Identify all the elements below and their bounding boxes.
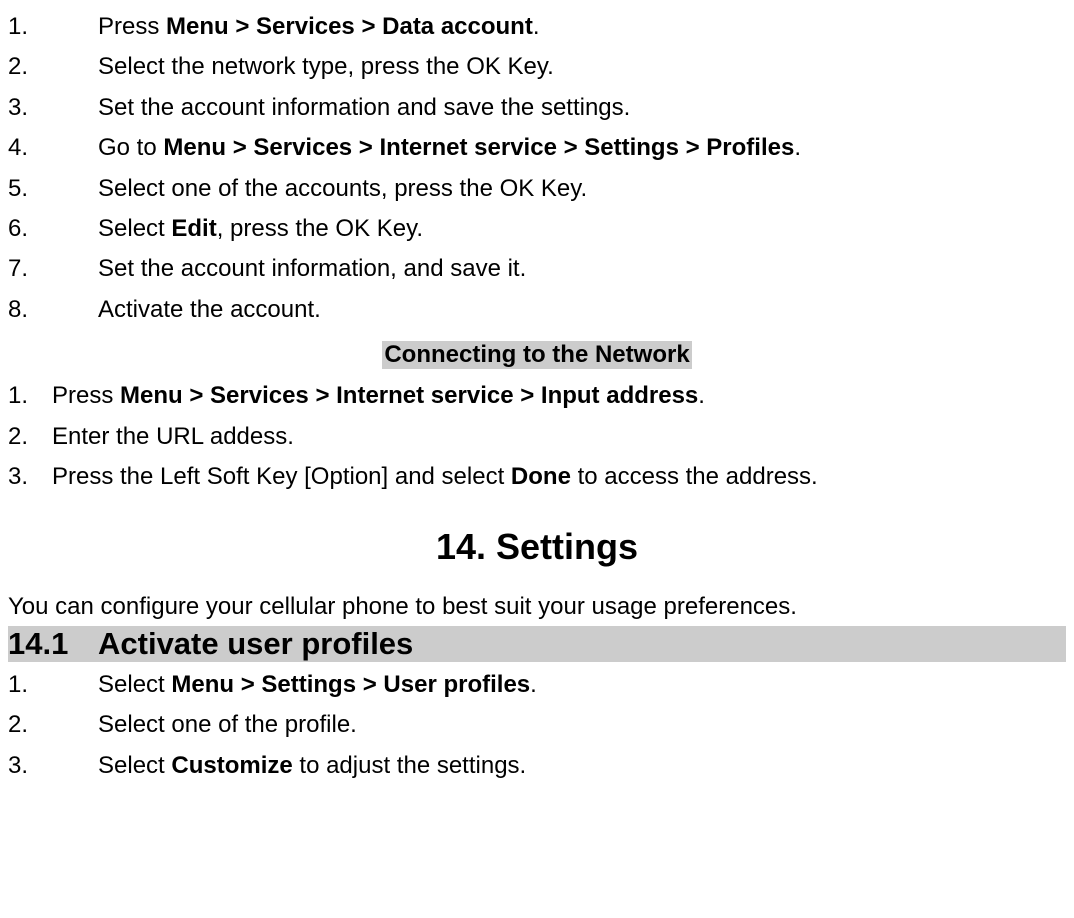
- text-run: .: [794, 134, 801, 161]
- text-run: to adjust the settings.: [293, 752, 526, 779]
- list-text: Select the network type, press the OK Ke…: [98, 48, 1066, 86]
- text-run: Press: [98, 13, 166, 40]
- text-run: Select: [98, 215, 171, 242]
- list-text: Go to Menu > Services > Internet service…: [98, 129, 1066, 167]
- text-bold: Menu > Settings > User profiles: [171, 671, 530, 698]
- list-number: 2.: [8, 706, 98, 744]
- list-item: 4. Go to Menu > Services > Internet serv…: [8, 129, 1066, 167]
- list-number: 3.: [8, 458, 52, 496]
- list-item: 1. Press Menu > Services > Data account.: [8, 8, 1066, 46]
- list-item: 3. Set the account information and save …: [8, 89, 1066, 127]
- list-number: 7.: [8, 250, 98, 288]
- list-number: 1.: [8, 666, 98, 704]
- list-text: Select one of the profile.: [98, 706, 1066, 744]
- list-text: Press Menu > Services > Internet service…: [52, 377, 1066, 415]
- list-item: 2. Enter the URL addess.: [8, 418, 1066, 456]
- list-item: 7. Set the account information, and save…: [8, 250, 1066, 288]
- list-item: 2. Select the network type, press the OK…: [8, 48, 1066, 86]
- list-item: 1. Select Menu > Settings > User profile…: [8, 666, 1066, 704]
- list-number: 2.: [8, 418, 52, 456]
- list-text: Select Edit, press the OK Key.: [98, 210, 1066, 248]
- list-text: Select one of the accounts, press the OK…: [98, 170, 1066, 208]
- text-run: , press the OK Key.: [217, 215, 423, 242]
- text-run: Set the account information and save the…: [98, 94, 630, 121]
- list-text: Enter the URL addess.: [52, 418, 1066, 456]
- subheading-connecting: Connecting to the Network: [382, 341, 691, 369]
- list-item: 5. Select one of the accounts, press the…: [8, 170, 1066, 208]
- text-run: Enter the URL addess.: [52, 423, 294, 450]
- text-run: Press the Left Soft Key [Option] and sel…: [52, 463, 511, 490]
- text-run: .: [530, 671, 537, 698]
- list-number: 6.: [8, 210, 98, 248]
- heading-settings: 14. Settings: [8, 526, 1066, 568]
- text-bold: Done: [511, 463, 571, 490]
- list-text: Select Menu > Settings > User profiles.: [98, 666, 1066, 704]
- text-run: .: [698, 382, 705, 409]
- text-run: to access the address.: [571, 463, 818, 490]
- list-item: 3. Press the Left Soft Key [Option] and …: [8, 458, 1066, 496]
- list-item: 6. Select Edit, press the OK Key.: [8, 210, 1066, 248]
- list-text: Select Customize to adjust the settings.: [98, 747, 1066, 785]
- list-text: Set the account information and save the…: [98, 89, 1066, 127]
- text-bold: Edit: [171, 215, 216, 242]
- intro-paragraph: You can configure your cellular phone to…: [8, 590, 1066, 624]
- text-run: Go to: [98, 134, 163, 161]
- list-number: 1.: [8, 8, 98, 46]
- ordered-list-profiles: 1. Select Menu > Settings > User profile…: [8, 666, 1066, 785]
- list-item: 2. Select one of the profile.: [8, 706, 1066, 744]
- text-bold: Menu > Services > Internet service > Set…: [163, 134, 794, 161]
- list-number: 8.: [8, 291, 98, 329]
- text-bold: Customize: [171, 752, 292, 779]
- text-run: Select the network type, press the OK Ke…: [98, 53, 554, 80]
- text-bold: Menu > Services > Data account: [166, 13, 533, 40]
- section-heading-14-1: 14.1Activate user profiles: [8, 626, 1066, 662]
- text-run: Set the account information, and save it…: [98, 255, 526, 282]
- list-item: 1. Press Menu > Services > Internet serv…: [8, 377, 1066, 415]
- list-number: 1.: [8, 377, 52, 415]
- text-run: Press: [52, 382, 120, 409]
- text-run: .: [533, 13, 540, 40]
- list-number: 3.: [8, 89, 98, 127]
- list-number: 5.: [8, 170, 98, 208]
- list-text: Press Menu > Services > Data account.: [98, 8, 1066, 46]
- ordered-list-connect: 1. Press Menu > Services > Internet serv…: [8, 377, 1066, 496]
- list-text: Press the Left Soft Key [Option] and sel…: [52, 458, 1066, 496]
- ordered-list-setup: 1. Press Menu > Services > Data account.…: [8, 8, 1066, 329]
- list-number: 2.: [8, 48, 98, 86]
- section-title: Activate user profiles: [98, 626, 413, 662]
- list-item: 3. Select Customize to adjust the settin…: [8, 747, 1066, 785]
- text-run: Select one of the accounts, press the OK…: [98, 175, 587, 202]
- text-run: Select one of the profile.: [98, 711, 357, 738]
- list-number: 3.: [8, 747, 98, 785]
- list-number: 4.: [8, 129, 98, 167]
- list-text: Activate the account.: [98, 291, 1066, 329]
- text-bold: Menu > Services > Internet service > Inp…: [120, 382, 698, 409]
- text-run: Activate the account.: [98, 296, 321, 323]
- text-run: Select: [98, 752, 171, 779]
- text-run: Select: [98, 671, 171, 698]
- list-item: 8. Activate the account.: [8, 291, 1066, 329]
- list-text: Set the account information, and save it…: [98, 250, 1066, 288]
- section-number: 14.1: [8, 626, 98, 662]
